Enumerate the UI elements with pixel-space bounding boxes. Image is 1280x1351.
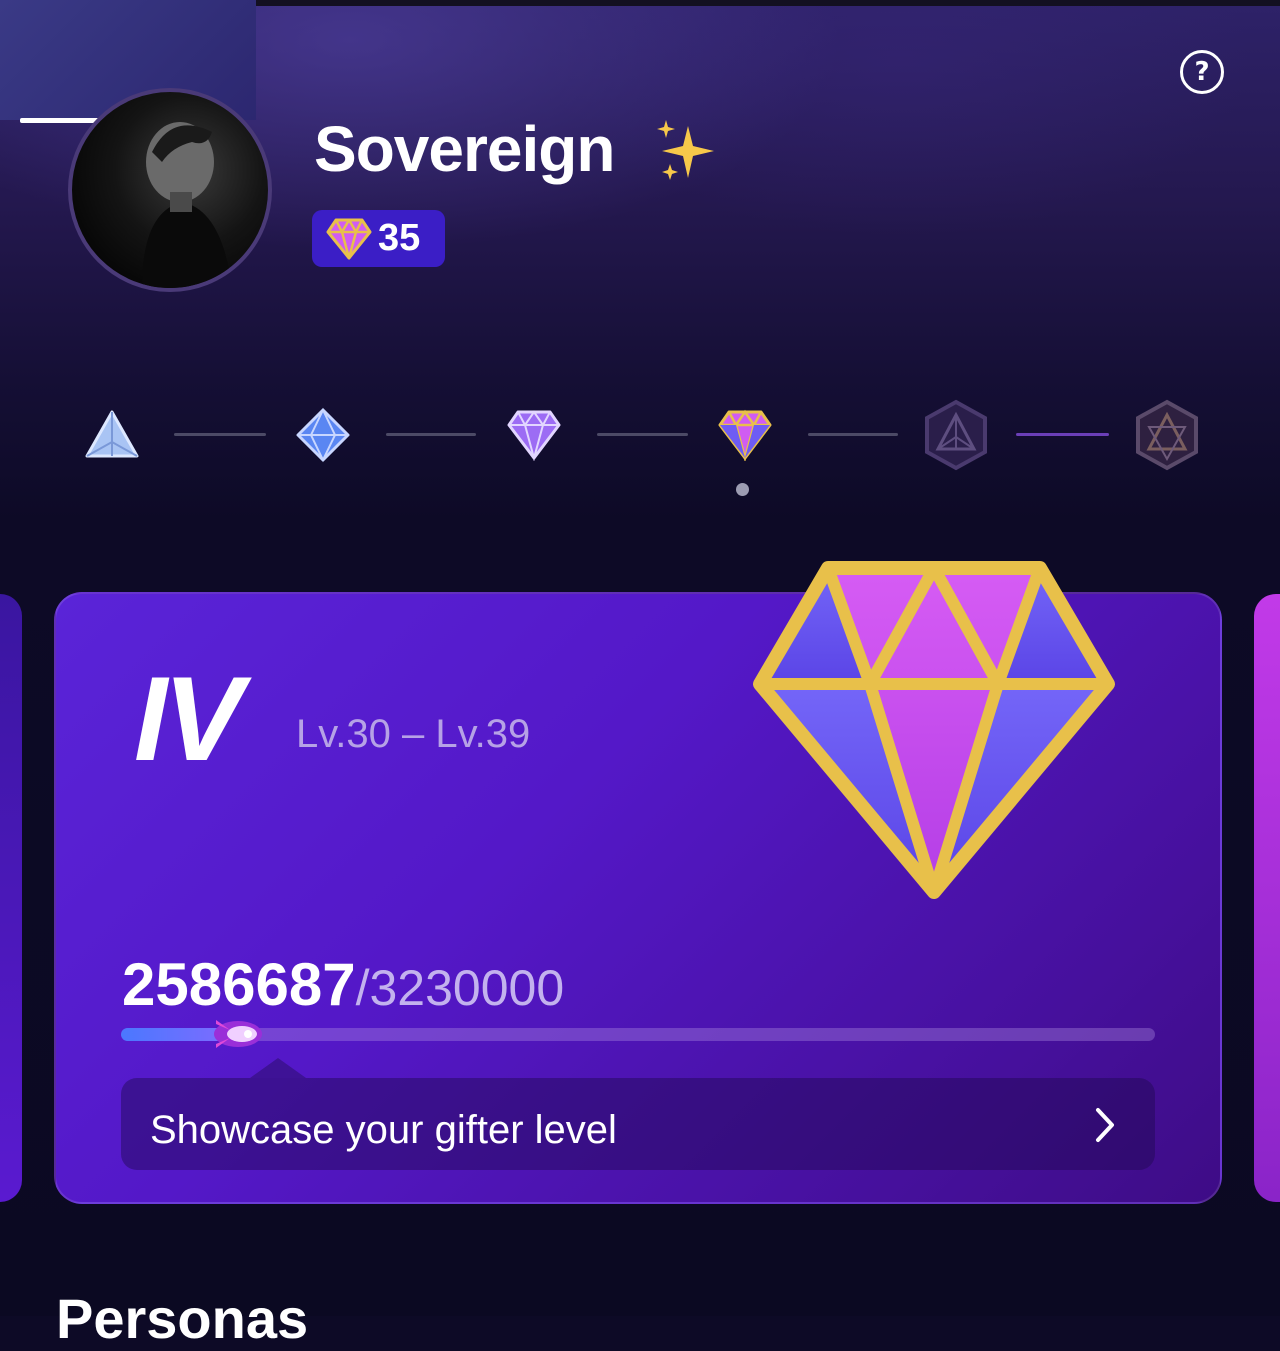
rocket-icon (208, 1012, 266, 1060)
progress-readout: 2586687/3230000 (122, 950, 564, 1019)
sparkles-icon (652, 118, 722, 192)
tier-connector (1016, 433, 1109, 436)
tier-6-locked-icon[interactable] (1127, 395, 1207, 475)
avatar[interactable] (68, 88, 272, 292)
username: Sovereign (314, 113, 615, 185)
tier-2-blue-gem-icon[interactable] (283, 395, 363, 475)
help-button[interactable]: ? (1180, 50, 1224, 94)
tier-track (0, 395, 1280, 475)
level-range: Lv.30 – Lv.39 (296, 712, 531, 756)
tier-connector (597, 433, 688, 436)
progress-current: 2586687 (122, 951, 356, 1018)
tier-4-gold-gem-icon[interactable] (705, 395, 785, 475)
progress-target: /3230000 (355, 960, 565, 1016)
chevron-right-icon[interactable] (1090, 1104, 1120, 1150)
tier-4-large-gem-icon (752, 560, 1116, 904)
selected-tier-dot (736, 483, 749, 496)
tier-connector (808, 433, 898, 436)
progress-bar (121, 1028, 1155, 1041)
tier-connector (386, 433, 476, 436)
showcase-label: Showcase your gifter level (150, 1108, 617, 1152)
showcase-pointer (250, 1058, 306, 1078)
tier-label: IV (134, 652, 243, 786)
section-title: Personas (56, 1287, 309, 1350)
tier-connector (174, 433, 266, 436)
tier-5-locked-icon[interactable] (916, 395, 996, 475)
gem-icon (326, 218, 372, 259)
level-number: 35 (378, 217, 421, 259)
level-badge[interactable]: 35 (312, 210, 445, 267)
tier-3-purple-gem-icon[interactable] (494, 395, 574, 475)
avatar-portrait (142, 122, 232, 288)
next-tier-card[interactable] (1254, 594, 1280, 1202)
previous-tier-card[interactable] (0, 594, 22, 1202)
tier-1-pyramid-icon[interactable] (72, 395, 152, 475)
question-mark-icon: ? (1194, 57, 1210, 87)
